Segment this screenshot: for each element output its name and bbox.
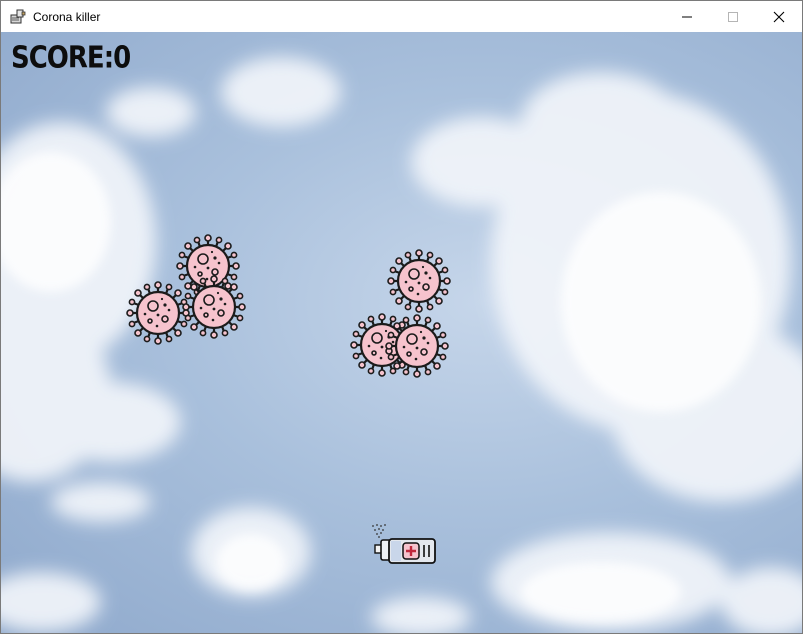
virus-enemy[interactable] <box>385 314 449 378</box>
close-button[interactable] <box>756 1 802 32</box>
virus-enemy[interactable] <box>182 275 246 339</box>
score-display: SCORE:0 <box>11 41 131 76</box>
title-bar: Corona killer <box>1 1 802 32</box>
maximize-icon <box>728 11 738 22</box>
virus-enemy[interactable] <box>126 281 190 345</box>
maximize-button[interactable] <box>710 1 756 32</box>
close-icon <box>773 11 785 22</box>
minimize-icon <box>682 16 692 17</box>
virus-enemy[interactable] <box>387 249 451 313</box>
game-window: Corona killer SCORE:0 <box>0 0 803 634</box>
minimize-button[interactable] <box>664 1 710 32</box>
sanitizer-spray-icon[interactable] <box>367 523 439 567</box>
window-title: Corona killer <box>33 9 101 24</box>
app-icon <box>10 9 26 23</box>
game-canvas[interactable]: SCORE:0 <box>1 32 802 633</box>
